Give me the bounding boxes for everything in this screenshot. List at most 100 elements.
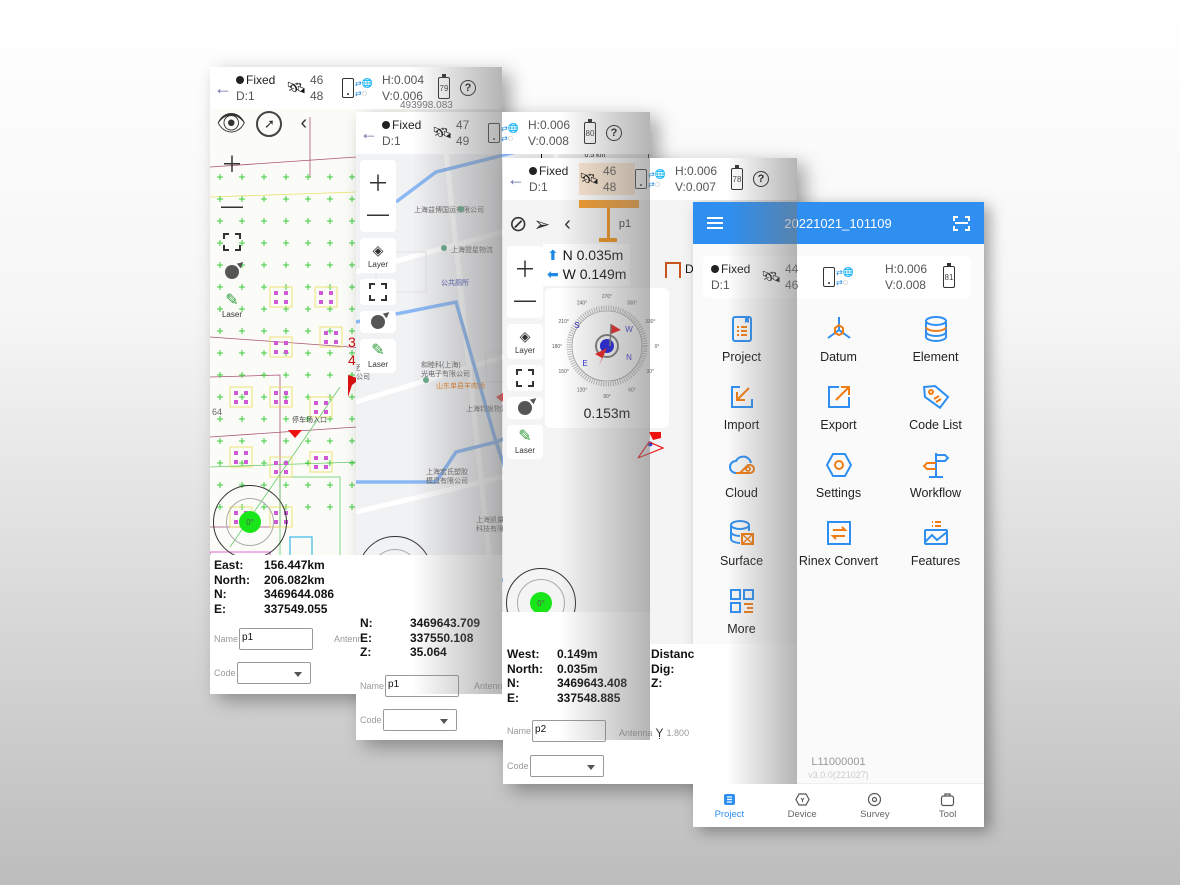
menu-item-export[interactable]: Export xyxy=(790,382,887,432)
menu-item-settings[interactable]: Settings xyxy=(790,450,887,500)
help-icon[interactable]: ? xyxy=(606,125,622,141)
laser-button[interactable]: ✎ Laser xyxy=(214,289,250,323)
menu-item-import[interactable]: Import xyxy=(693,382,790,432)
visibility-eye-icon[interactable]: 👁 xyxy=(216,109,246,138)
menu-item-surface[interactable]: Surface xyxy=(693,518,790,568)
laser-button[interactable]: ✎ Laser xyxy=(507,425,543,459)
code-select[interactable] xyxy=(382,709,457,731)
back-arrow-icon[interactable]: ← xyxy=(503,169,529,190)
svg-text:上海宏氏塑胶: 上海宏氏塑胶 xyxy=(426,467,468,476)
menu-item-cloud[interactable]: Cloud xyxy=(693,450,790,500)
code-select[interactable] xyxy=(529,755,604,777)
satellite-icon[interactable]: 🛰 xyxy=(579,169,603,189)
battery-icon: 81 xyxy=(943,263,955,288)
zoom-out-button[interactable]: — xyxy=(214,189,250,223)
tab-project[interactable]: Project xyxy=(699,792,759,820)
zoom-in-button[interactable]: ＋ xyxy=(367,166,389,198)
diff-age: D:1 xyxy=(711,278,730,292)
dig-fill-icon[interactable] xyxy=(665,262,681,278)
sat-total: 48 xyxy=(310,89,324,103)
hide-eye-icon[interactable]: ⊘ xyxy=(509,211,527,237)
svg-text:山东单县羊肉汤: 山东单县羊肉汤 xyxy=(436,381,485,390)
import-icon xyxy=(730,386,753,408)
cloud-icon xyxy=(728,455,755,474)
row-key: E: xyxy=(214,601,226,616)
ball-icon xyxy=(371,315,385,329)
tab-device[interactable]: Device xyxy=(772,792,832,820)
collapse-chevron-icon[interactable]: ‹ xyxy=(564,213,571,236)
satellite-icon[interactable]: 🛰 xyxy=(286,78,310,98)
laser-button[interactable]: ✎ Laser xyxy=(360,339,396,373)
sat-total: 48 xyxy=(603,180,617,194)
sat-used: 47 xyxy=(456,118,470,132)
tilt-value: 0° xyxy=(239,511,261,533)
datum-icon xyxy=(826,317,851,339)
coordinate-table: East: 156.447km North: 206.082km N: 3469644.0… xyxy=(214,558,334,616)
tab-tool[interactable]: Tool xyxy=(918,792,978,820)
device-tab-icon xyxy=(794,792,810,806)
fit-extent-button[interactable] xyxy=(360,279,396,305)
code-label: Code xyxy=(214,668,236,678)
layer-button[interactable]: ◈ Layer xyxy=(360,238,396,273)
laser-label: Laser xyxy=(367,360,388,369)
zoom-in-button[interactable]: ＋ xyxy=(214,143,250,183)
v-precision: V:0.008 xyxy=(528,134,569,148)
satellite-icon[interactable]: 🛰 xyxy=(432,123,456,143)
menu-item-element[interactable]: Element xyxy=(887,314,984,364)
menu-item-features[interactable]: Features xyxy=(887,518,984,568)
menu-item-rinex-convert[interactable]: Rinex Convert xyxy=(790,518,887,568)
zoom-controls: ＋ — xyxy=(507,246,543,318)
layer-label: Layer xyxy=(514,346,535,355)
menu-item-label: Rinex Convert xyxy=(798,554,879,568)
antenna-height[interactable]: 1.800 xyxy=(667,728,690,738)
diff-age: D:1 xyxy=(236,89,255,103)
gnss-status-card: Fixed D:1 🛰 44 46 ⇄🌐 ⇄◌ H:0.006 V:0.008 81 xyxy=(703,256,971,298)
menu-item-code-list[interactable]: Code List xyxy=(887,382,984,432)
data-link-icon[interactable]: ⇄🌐 ⇄◌ xyxy=(635,169,675,189)
name-input[interactable]: p2 xyxy=(532,720,607,742)
compass-icon[interactable]: ➚ xyxy=(256,110,283,137)
menu-item-workflow[interactable]: Workflow xyxy=(887,450,984,500)
battery-icon: 80 xyxy=(584,119,596,144)
tilt-bubble: 0° xyxy=(213,485,287,559)
code-select[interactable] xyxy=(236,662,311,684)
menu-item-more[interactable]: More xyxy=(693,586,790,636)
tab-survey[interactable]: Survey xyxy=(845,792,905,820)
collapse-chevron-icon[interactable]: ‹ xyxy=(300,112,307,135)
zoom-in-button[interactable]: ＋ xyxy=(514,252,536,284)
help-icon[interactable]: ? xyxy=(753,171,769,187)
tool-tab-icon xyxy=(941,792,955,806)
data-link-icon[interactable]: ⇄🌐 ⇄◌ xyxy=(488,123,528,143)
row-key: Z: xyxy=(360,645,372,659)
ball-icon xyxy=(518,401,532,415)
back-arrow-icon[interactable]: ← xyxy=(210,78,236,99)
satellite-icon[interactable]: 🛰 xyxy=(761,267,785,287)
fit-extent-button[interactable] xyxy=(214,229,250,255)
name-input[interactable]: p1 xyxy=(385,675,460,697)
bomb-tool-button[interactable] xyxy=(214,261,250,283)
zoom-out-button[interactable]: — xyxy=(367,201,389,227)
row-key: E: xyxy=(507,690,519,705)
menu-item-datum[interactable]: Datum xyxy=(790,314,887,364)
name-input[interactable]: p1 xyxy=(239,628,314,650)
scan-icon[interactable] xyxy=(953,215,970,231)
menu-item-label: Features xyxy=(910,554,961,568)
data-link-icon[interactable]: ⇄🌐 ⇄◌ xyxy=(823,267,885,287)
help-icon[interactable]: ? xyxy=(460,80,476,96)
navigate-arrow-icon[interactable]: ➢ xyxy=(533,212,550,237)
back-arrow-icon[interactable]: ← xyxy=(356,123,382,144)
element-icon xyxy=(924,316,947,343)
compass-tick-label: 210° xyxy=(559,319,569,325)
antenna-label: Antenn xyxy=(474,681,503,691)
layer-button[interactable]: ◈ Layer xyxy=(507,324,543,359)
menu-item-project[interactable]: Project xyxy=(693,314,790,364)
fix-status: Fixed xyxy=(382,117,432,133)
row-key-2: Distanc xyxy=(651,647,695,661)
sat-used: 46 xyxy=(603,164,617,178)
layer-label: Layer xyxy=(367,260,388,269)
data-link-icon[interactable]: ⇄🌐 ⇄◌ xyxy=(342,78,382,98)
fit-extent-button[interactable] xyxy=(507,365,543,391)
zoom-out-button[interactable]: — xyxy=(514,287,536,313)
bomb-tool-button[interactable] xyxy=(360,311,396,333)
bomb-tool-button[interactable] xyxy=(507,397,543,419)
